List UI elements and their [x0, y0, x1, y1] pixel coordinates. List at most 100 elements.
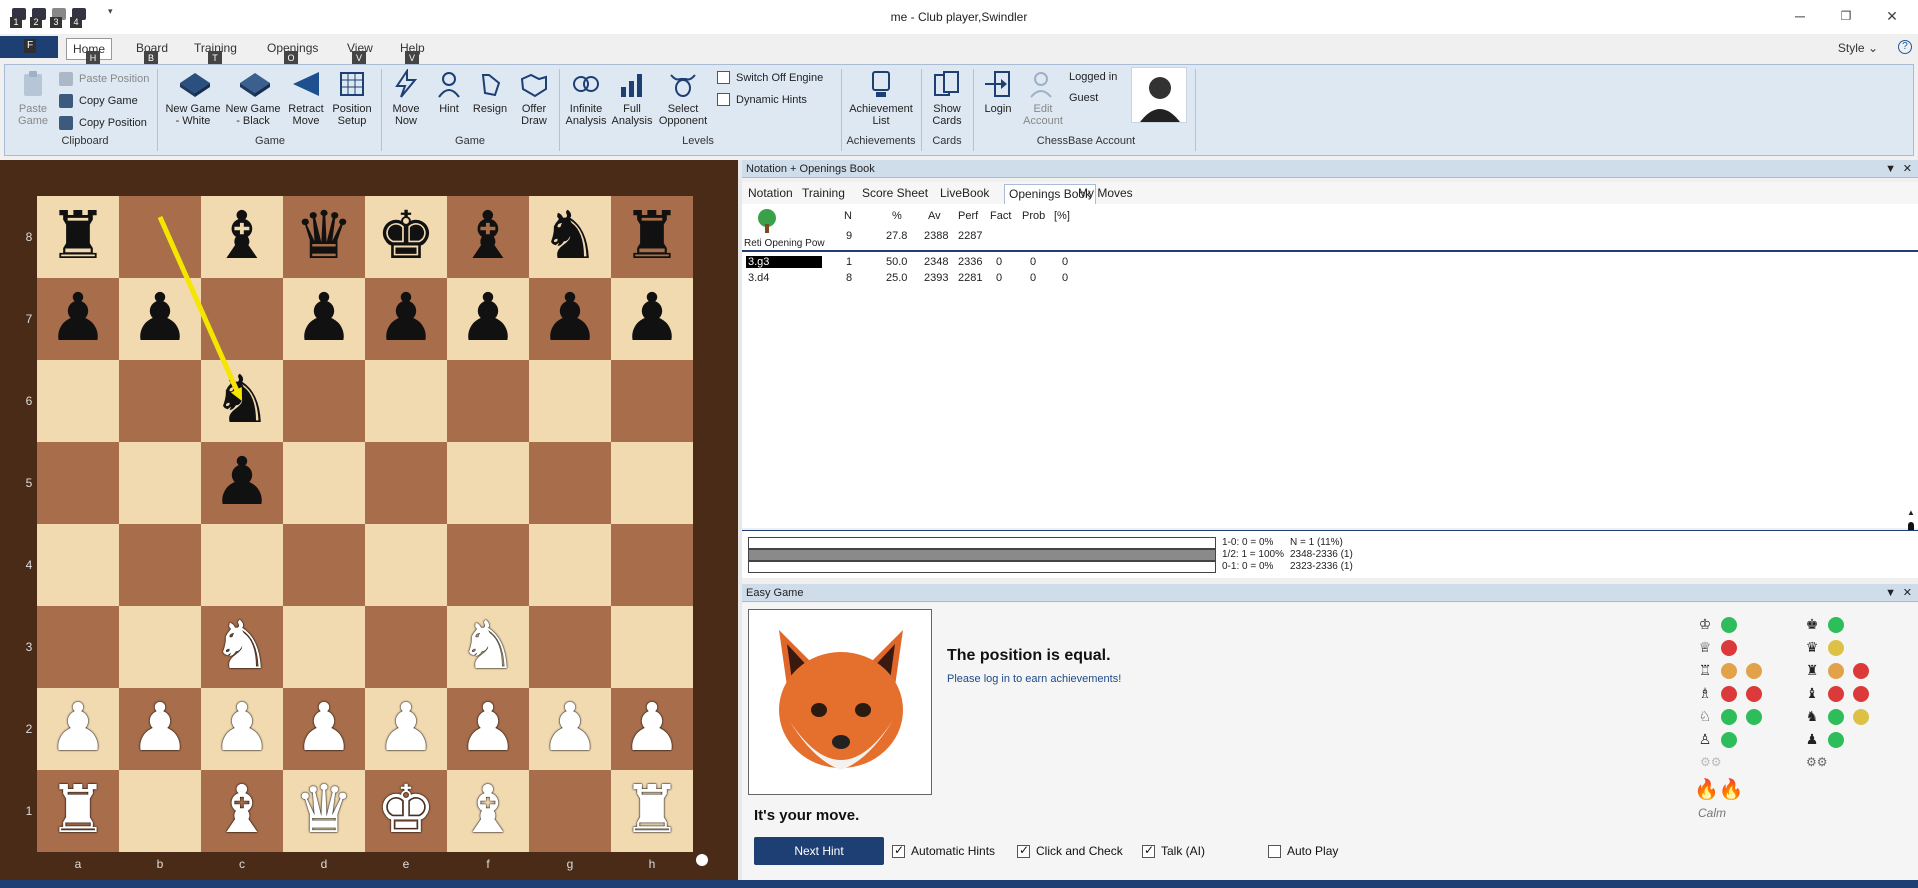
resign-button[interactable]: Resign	[469, 69, 511, 115]
square-f6[interactable]	[447, 360, 529, 442]
automatic-hints-checkbox[interactable]: Automatic Hints	[892, 843, 995, 858]
white-queen-piece[interactable]: ♛	[283, 770, 365, 852]
black-pawn-piece[interactable]: ♟	[119, 278, 201, 360]
black-pawn-piece[interactable]: ♟	[447, 278, 529, 360]
help-icon[interactable]: ?	[1898, 40, 1912, 54]
show-cards-button[interactable]: Show Cards	[925, 69, 969, 127]
panel-menu-icon[interactable]: ▼	[1885, 160, 1896, 178]
square-e5[interactable]	[365, 442, 447, 524]
click-and-check-checkbox[interactable]: Click and Check	[1017, 843, 1123, 858]
style-menu[interactable]: Style ⌄	[1838, 41, 1878, 55]
square-g4[interactable]	[529, 524, 611, 606]
square-h5[interactable]	[611, 442, 693, 524]
panel-close-icon[interactable]: ✕	[1903, 160, 1912, 178]
tab-score-sheet[interactable]: Score Sheet	[862, 184, 928, 204]
white-bishop-piece[interactable]: ♝	[201, 770, 283, 852]
square-c7[interactable]	[201, 278, 283, 360]
black-rook-piece[interactable]: ♜	[611, 196, 693, 278]
square-g1[interactable]	[529, 770, 611, 852]
achievement-login-message[interactable]: Please log in to earn achievements!	[947, 673, 1121, 685]
white-pawn-piece[interactable]: ♟	[201, 688, 283, 770]
black-pawn-piece[interactable]: ♟	[365, 278, 447, 360]
retract-move-button[interactable]: Retract Move	[285, 69, 327, 127]
black-pawn-piece[interactable]: ♟	[529, 278, 611, 360]
white-knight-piece[interactable]: ♞	[447, 606, 529, 688]
black-knight-piece[interactable]: ♞	[529, 196, 611, 278]
square-b5[interactable]	[119, 442, 201, 524]
white-pawn-piece[interactable]: ♟	[365, 688, 447, 770]
white-pawn-piece[interactable]: ♟	[447, 688, 529, 770]
quick-access-grid-icon[interactable]: 4	[70, 6, 90, 28]
close-button[interactable]: ✕	[1872, 6, 1912, 26]
square-d6[interactable]	[283, 360, 365, 442]
book-row[interactable]: 3.g3 1 50.0 2348 2336 0 0 0	[742, 256, 1642, 272]
position-setup-button[interactable]: Position Setup	[329, 69, 375, 127]
square-f5[interactable]	[447, 442, 529, 524]
switch-off-engine-checkbox[interactable]: Switch Off Engine	[717, 71, 823, 84]
edit-account-button[interactable]: Edit Account	[1021, 69, 1065, 127]
auto-play-checkbox[interactable]: Auto Play	[1268, 844, 1338, 858]
quick-access-new-icon[interactable]: 1	[10, 6, 30, 28]
square-a3[interactable]	[37, 606, 119, 688]
square-b4[interactable]	[119, 524, 201, 606]
move-now-button[interactable]: Move Now	[385, 67, 427, 127]
white-pawn-piece[interactable]: ♟	[37, 688, 119, 770]
white-pawn-piece[interactable]: ♟	[611, 688, 693, 770]
square-d3[interactable]	[283, 606, 365, 688]
black-queen-piece[interactable]: ♛	[283, 196, 365, 278]
black-pawn-piece[interactable]: ♟	[37, 278, 119, 360]
tab-training[interactable]: Training	[802, 184, 845, 204]
quick-access-dropdown-icon[interactable]: ▾	[108, 6, 113, 17]
achievement-list-button[interactable]: Achievement List	[845, 69, 917, 127]
quick-access-save-icon[interactable]: 3	[50, 6, 70, 28]
new-game-black-button[interactable]: New Game - Black	[225, 69, 281, 127]
panel-menu-icon[interactable]: ▼	[1885, 584, 1896, 602]
square-g6[interactable]	[529, 360, 611, 442]
square-d4[interactable]	[283, 524, 365, 606]
square-d5[interactable]	[283, 442, 365, 524]
full-analysis-button[interactable]: Full Analysis	[609, 69, 655, 127]
black-knight-piece[interactable]: ♞	[201, 360, 283, 442]
square-g3[interactable]	[529, 606, 611, 688]
square-b6[interactable]	[119, 360, 201, 442]
chess-board[interactable]: ♜ ♝ ♛ ♚ ♝ ♞ ♜ ♟ ♟ ♟ ♟ ♟ ♟ ♟ ♞ ♟ ♞ ♞ ♟ ♟ ♟ ♟ ♟ ♟ ♟ ♟ ♜ ♝ ♛ ♚ ♝ ♜	[37, 196, 693, 852]
white-pawn-piece[interactable]: ♟	[529, 688, 611, 770]
next-hint-button[interactable]: Next Hint	[754, 837, 884, 865]
select-opponent-button[interactable]: Select Opponent	[657, 69, 709, 127]
square-h3[interactable]	[611, 606, 693, 688]
book-row[interactable]: 3.d4 8 25.0 2393 2281 0 0 0	[742, 272, 1642, 288]
square-b1[interactable]	[119, 770, 201, 852]
tab-livebook[interactable]: LiveBook	[940, 184, 989, 204]
square-b3[interactable]	[119, 606, 201, 688]
tab-my-moves[interactable]: My Moves	[1078, 184, 1133, 204]
square-a5[interactable]	[37, 442, 119, 524]
tab-notation[interactable]: Notation	[748, 184, 793, 204]
hint-button[interactable]: Hint	[429, 69, 469, 115]
quick-access-open-icon[interactable]: 2	[30, 6, 50, 28]
copy-game-button[interactable]: Copy Game	[59, 94, 138, 108]
white-pawn-piece[interactable]: ♟	[283, 688, 365, 770]
new-game-white-button[interactable]: New Game - White	[165, 69, 221, 127]
black-bishop-piece[interactable]: ♝	[201, 196, 283, 278]
square-h6[interactable]	[611, 360, 693, 442]
square-c4[interactable]	[201, 524, 283, 606]
restore-button[interactable]: ❐	[1826, 6, 1866, 26]
square-f4[interactable]	[447, 524, 529, 606]
file-tab[interactable]: F	[0, 36, 58, 58]
square-b8[interactable]	[119, 196, 201, 278]
white-bishop-piece[interactable]: ♝	[447, 770, 529, 852]
offer-draw-button[interactable]: Offer Draw	[513, 69, 555, 127]
square-e3[interactable]	[365, 606, 447, 688]
infinite-analysis-button[interactable]: Infinite Analysis	[563, 69, 609, 127]
white-rook-piece[interactable]: ♜	[37, 770, 119, 852]
panel-close-icon[interactable]: ✕	[1903, 584, 1912, 602]
black-bishop-piece[interactable]: ♝	[447, 196, 529, 278]
login-button[interactable]: Login	[977, 69, 1019, 115]
paste-position-button[interactable]: Paste Position	[59, 72, 149, 86]
black-pawn-piece[interactable]: ♟	[611, 278, 693, 360]
square-e4[interactable]	[365, 524, 447, 606]
paste-game-button[interactable]: Paste Game	[11, 69, 55, 127]
copy-position-button[interactable]: Copy Position	[59, 116, 147, 130]
white-knight-piece[interactable]: ♞	[201, 606, 283, 688]
square-a4[interactable]	[37, 524, 119, 606]
